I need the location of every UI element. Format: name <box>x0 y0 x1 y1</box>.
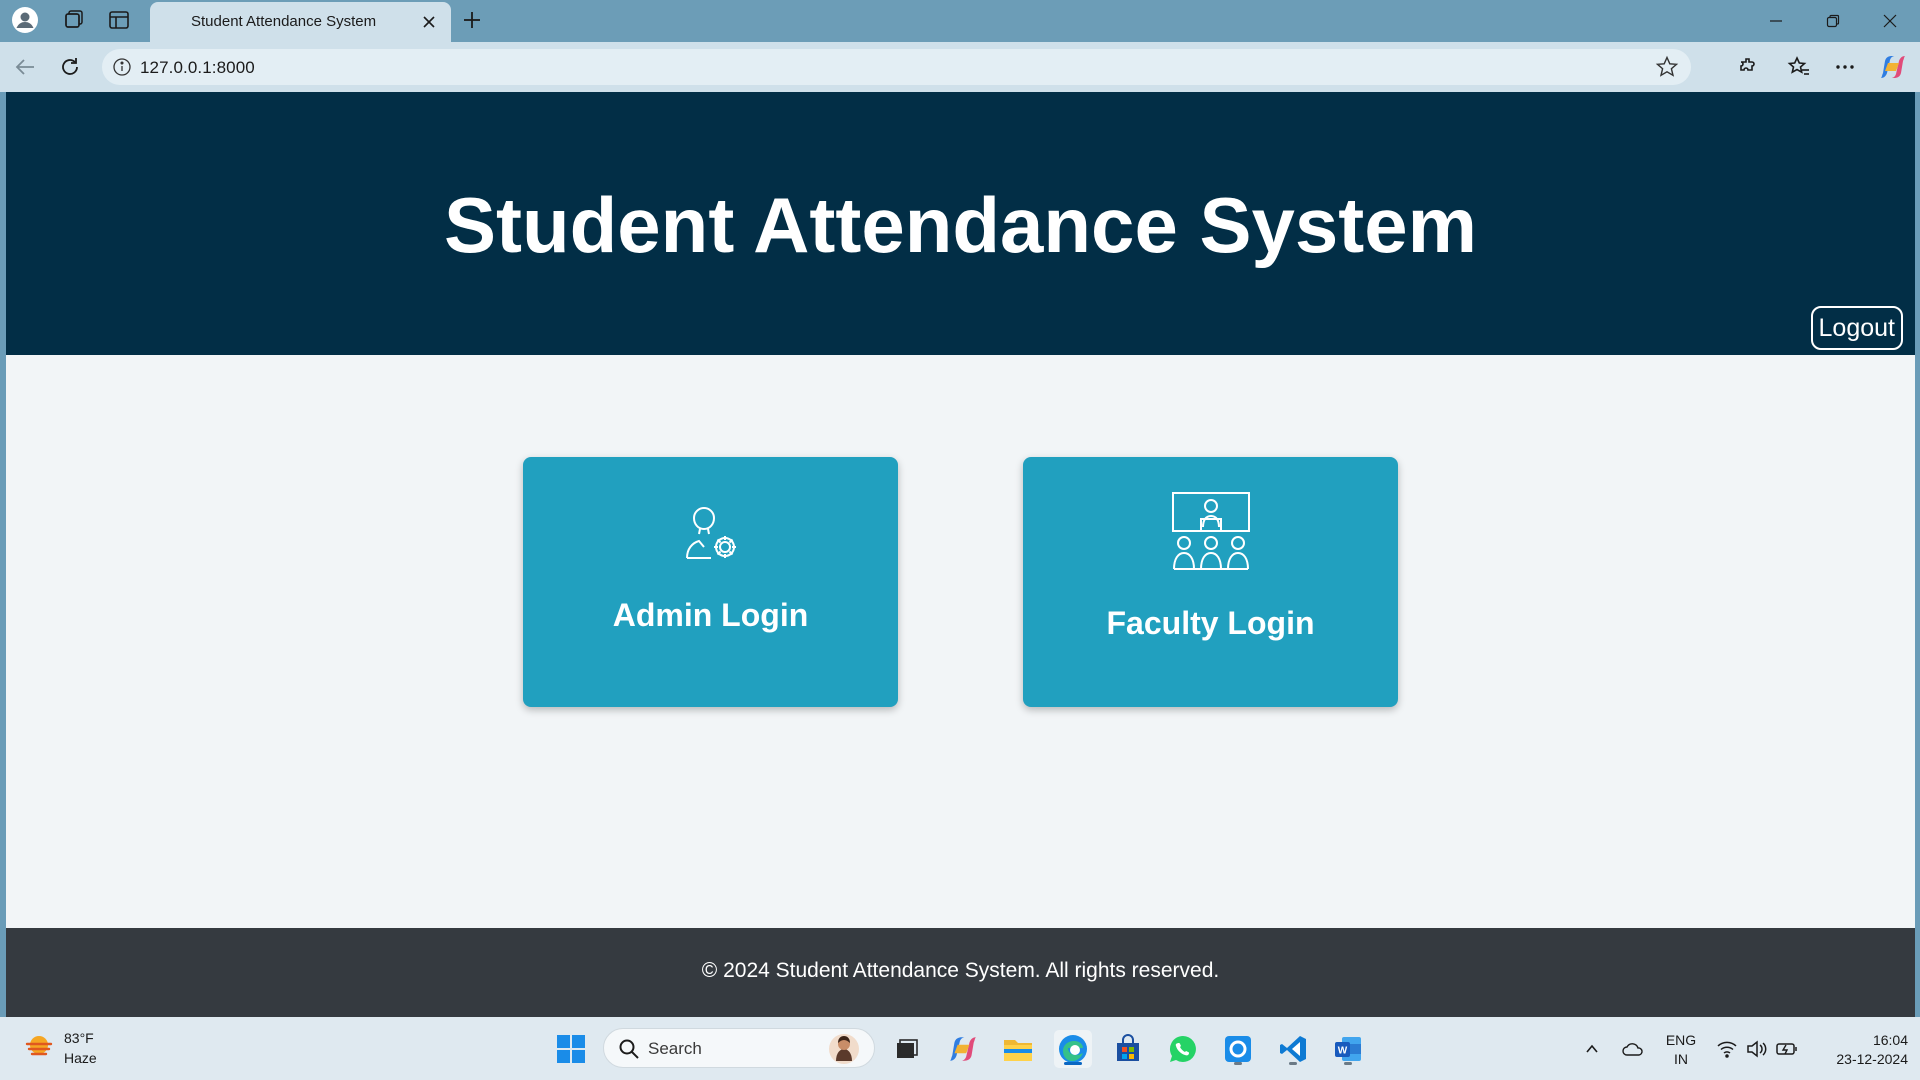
new-tab-icon[interactable] <box>457 5 487 35</box>
weather-temperature[interactable]: 83°F <box>64 1030 94 1046</box>
admin-login-card[interactable]: Admin Login <box>523 457 898 707</box>
whatsapp-icon[interactable] <box>1164 1030 1202 1068</box>
language-indicator[interactable]: ENG IN <box>1660 1032 1702 1067</box>
copilot-app-icon[interactable] <box>944 1030 982 1068</box>
windows-taskbar: 83°F Haze Search W ENG IN 16:04 23-12-20… <box>0 1017 1920 1080</box>
address-toolbar: 127.0.0.1:8000 <box>0 42 1920 92</box>
search-icon <box>618 1038 640 1065</box>
vertical-tabs-icon[interactable] <box>104 5 134 35</box>
search-highlight-icon <box>828 1033 860 1070</box>
onedrive-cloud-icon[interactable] <box>1614 1030 1652 1068</box>
microsoft-store-icon[interactable] <box>1109 1030 1147 1068</box>
back-arrow-icon[interactable] <box>10 52 40 82</box>
weather-description[interactable]: Haze <box>64 1050 97 1066</box>
taskbar-search-input[interactable]: Search <box>603 1028 875 1068</box>
faculty-login-card[interactable]: Faculty Login <box>1023 457 1398 707</box>
close-tab-icon[interactable] <box>419 12 439 32</box>
svg-text:W: W <box>1338 1046 1348 1057</box>
tab-favicon-icon <box>166 15 180 29</box>
footer-copyright: © 2024 Student Attendance System. All ri… <box>701 959 1220 982</box>
web-page: Student Attendance System Logout Admin L… <box>6 92 1915 1017</box>
close-window-icon[interactable] <box>1867 6 1913 36</box>
admin-login-label: Admin Login <box>612 597 809 633</box>
favorites-icon[interactable] <box>1784 52 1814 82</box>
url-text: 127.0.0.1:8000 <box>140 58 255 77</box>
browser-tab-bar: Student Attendance System <box>0 0 1920 42</box>
running-app-indicator <box>1289 1062 1297 1065</box>
window-border <box>1915 92 1920 1017</box>
admin-settings-icon <box>523 503 898 563</box>
language-code: ENG <box>1665 1032 1697 1048</box>
running-app-indicator <box>1234 1062 1242 1065</box>
file-explorer-icon[interactable] <box>999 1030 1037 1068</box>
tab-title: Student Attendance System <box>191 13 377 30</box>
logout-button[interactable]: Logout <box>1810 306 1903 350</box>
vscode-icon[interactable] <box>1274 1030 1312 1068</box>
edge-browser-icon[interactable] <box>1054 1030 1092 1068</box>
task-view-icon[interactable] <box>887 1030 925 1068</box>
faculty-classroom-icon <box>1023 491 1398 575</box>
clock-date: 23-12-2024 <box>1836 1051 1908 1067</box>
show-hidden-icons-chevron-icon[interactable] <box>1573 1030 1611 1068</box>
start-windows-icon[interactable] <box>552 1030 590 1068</box>
faculty-login-label: Faculty Login <box>1106 605 1315 641</box>
weather-haze-icon[interactable] <box>24 1032 54 1067</box>
url-field[interactable]: 127.0.0.1:8000 <box>102 49 1691 85</box>
extensions-icon[interactable] <box>1734 52 1764 82</box>
page-footer: © 2024 Student Attendance System. All ri… <box>6 928 1915 1017</box>
active-tab[interactable]: Student Attendance System <box>150 2 451 42</box>
restore-icon[interactable] <box>1810 6 1856 36</box>
battery-charging-icon[interactable] <box>1768 1030 1806 1068</box>
word-icon[interactable]: W <box>1329 1030 1367 1068</box>
profile-icon[interactable] <box>10 5 40 35</box>
clock-time: 16:04 <box>1872 1032 1908 1048</box>
running-app-indicator <box>1344 1062 1352 1065</box>
clock[interactable]: 16:04 23-12-2024 <box>1812 1032 1908 1067</box>
page-header: Student Attendance System Logout <box>6 92 1915 355</box>
keyboard-region: IN <box>1674 1051 1688 1067</box>
cortana-app-icon[interactable] <box>1219 1030 1257 1068</box>
page-title: Student Attendance System <box>444 181 1477 269</box>
minimize-icon[interactable] <box>1753 6 1799 36</box>
copilot-icon[interactable] <box>1878 52 1908 82</box>
more-options-icon[interactable] <box>1830 52 1860 82</box>
search-placeholder: Search <box>648 1039 702 1058</box>
favorite-star-icon[interactable] <box>1655 55 1679 84</box>
reload-icon[interactable] <box>55 52 85 82</box>
active-app-indicator <box>1064 1062 1082 1065</box>
workspaces-icon[interactable] <box>59 5 89 35</box>
site-info-icon[interactable] <box>112 57 132 82</box>
